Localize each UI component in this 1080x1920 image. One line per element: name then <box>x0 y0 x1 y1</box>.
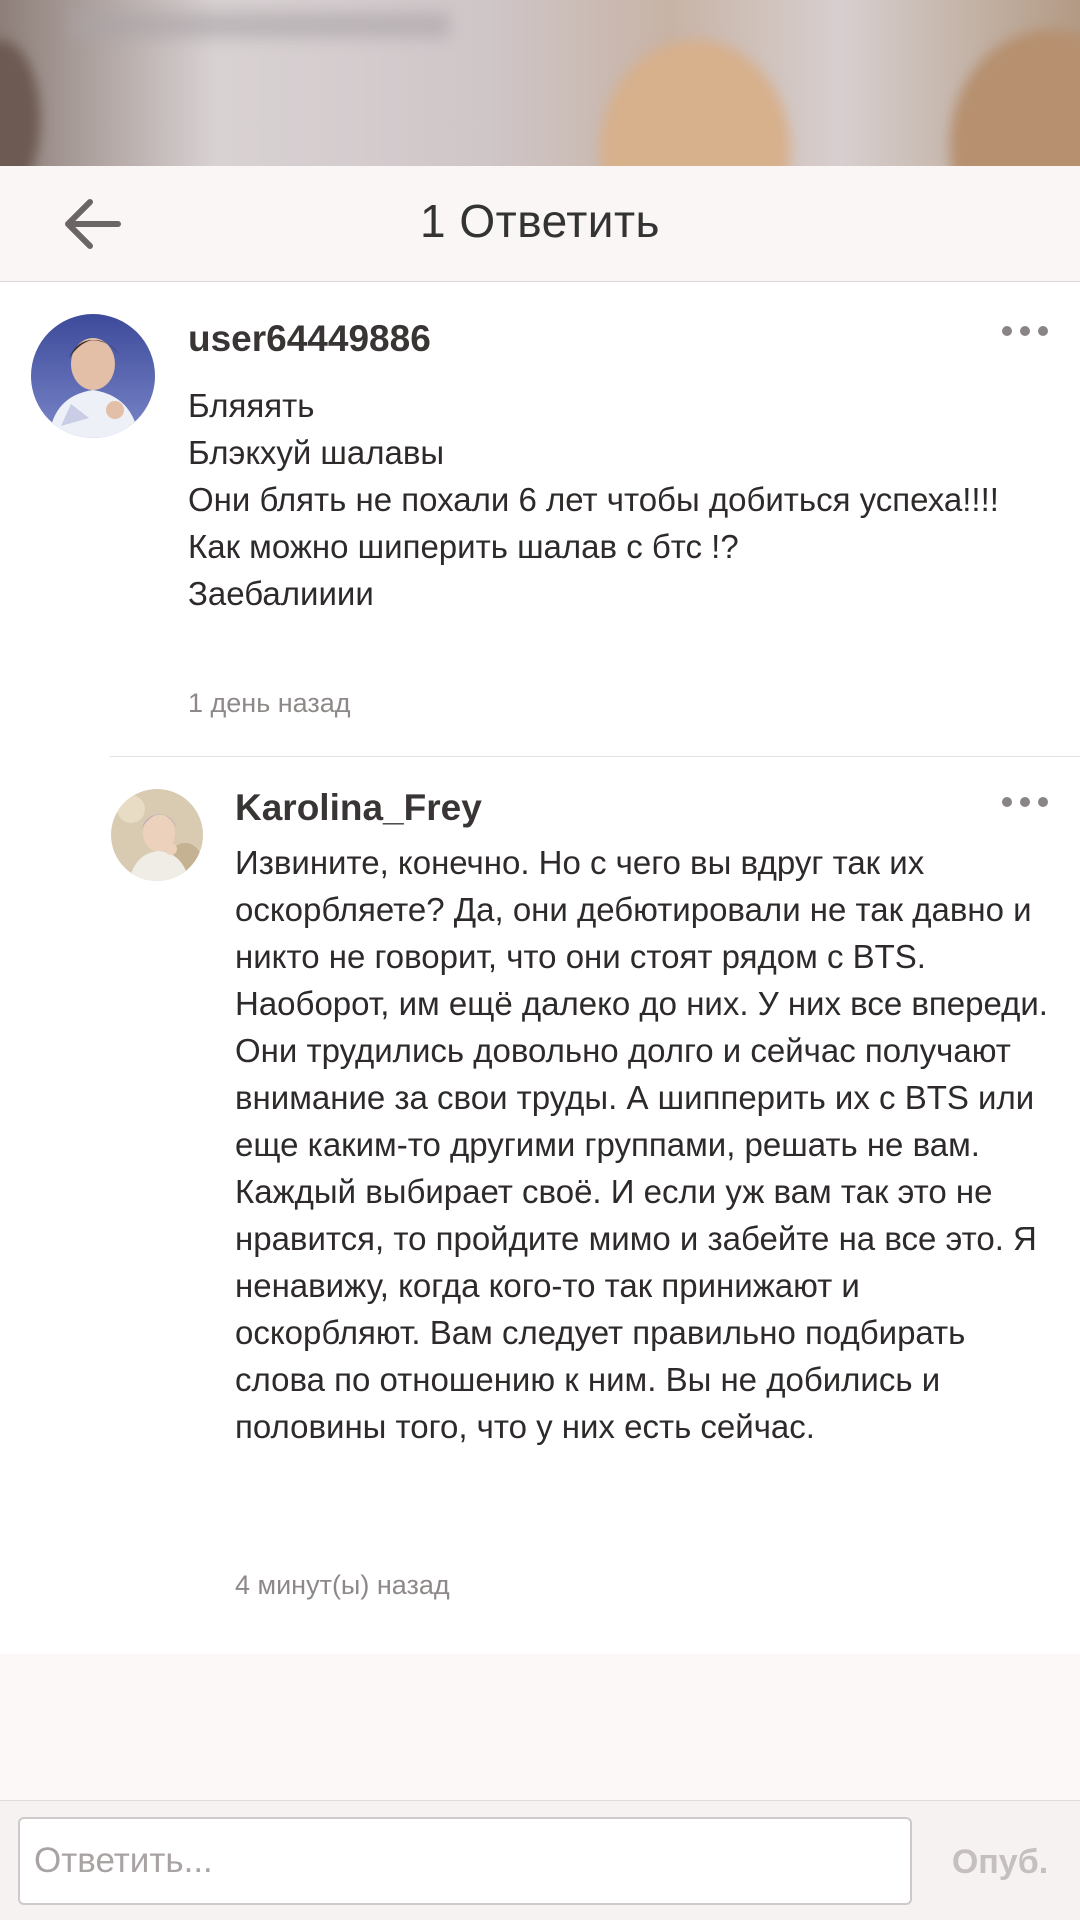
header-bar: 1 Ответить <box>0 166 1080 282</box>
comment-timestamp: 1 день назад <box>188 688 351 718</box>
background-photo <box>0 0 1080 166</box>
page-title: 1 Ответить <box>420 195 660 247</box>
more-options-button[interactable] <box>995 316 1055 346</box>
reply-screen: 1 Ответить user64449886 Бляяять Блэкхуй … <box>0 0 1080 1920</box>
publish-button[interactable]: Опуб. <box>930 1831 1070 1891</box>
comment-username[interactable]: user64449886 <box>188 318 431 360</box>
more-dot <box>1002 797 1012 807</box>
comment-timestamp: 4 минут(ы) назад <box>235 1570 450 1600</box>
more-dot <box>1020 326 1030 336</box>
reply-input[interactable] <box>18 1817 912 1905</box>
avatar[interactable] <box>111 789 203 881</box>
parent-comment: user64449886 Бляяять Блэкхуй шалавы Они … <box>0 282 1080 756</box>
more-dot <box>1020 797 1030 807</box>
more-dot <box>1038 326 1048 336</box>
more-dot <box>1002 326 1012 336</box>
comment-thread: user64449886 Бляяять Блэкхуй шалавы Они … <box>0 282 1080 1654</box>
comment-text: Извините, конечно. Но с чего вы вдруг та… <box>235 844 1048 1445</box>
comment-text: Бляяять Блэкхуй шалавы Они блять не поха… <box>188 387 999 612</box>
comment-username[interactable]: Karolina_Frey <box>235 787 482 829</box>
more-options-button[interactable] <box>995 787 1055 817</box>
reply-comment: Karolina_Frey Извините, конечно. Но с че… <box>0 757 1080 1654</box>
avatar[interactable] <box>31 314 155 438</box>
reply-composer: Опуб. <box>0 1800 1080 1920</box>
more-dot <box>1038 797 1048 807</box>
